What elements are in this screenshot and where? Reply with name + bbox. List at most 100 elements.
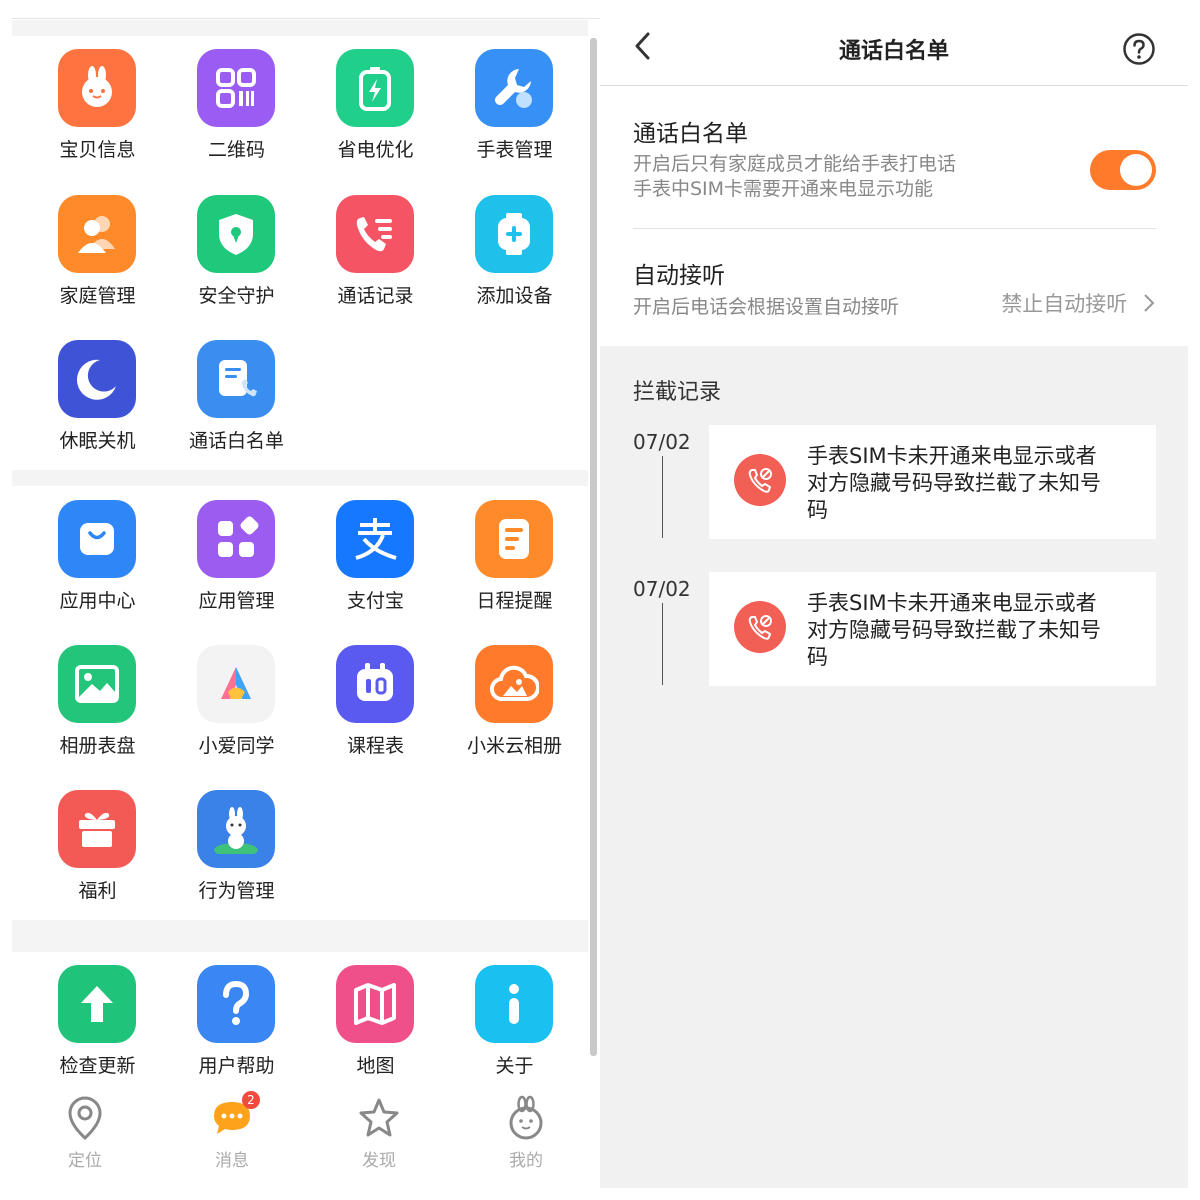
- toggle-knob: [1120, 154, 1152, 186]
- app-timetable[interactable]: 课程表: [306, 645, 445, 785]
- tab-label: 发现: [362, 1151, 396, 1171]
- app-call-whitelist[interactable]: 通话白名单: [167, 340, 306, 480]
- app-power-saving[interactable]: 省电优化: [306, 49, 445, 189]
- app-label: 休眠关机: [59, 430, 136, 452]
- map-icon: [336, 965, 414, 1043]
- record-date: 07/02: [633, 577, 691, 601]
- app-label: 家庭管理: [59, 285, 136, 307]
- auto-answer-title: 自动接听: [633, 263, 725, 289]
- tab-discover[interactable]: 发现: [329, 1094, 429, 1174]
- app-label: 行为管理: [198, 880, 275, 902]
- whitelist-setting-title: 通话白名单: [633, 121, 748, 147]
- app-qr-code[interactable]: 二维码: [167, 49, 306, 189]
- app-label: 手表管理: [476, 139, 553, 161]
- shield-icon: [197, 195, 275, 273]
- intercept-record[interactable]: 手表SIM卡未开通来电显示或者对方隐藏号码导致拦截了未知号码: [709, 425, 1156, 539]
- app-map[interactable]: 地图: [306, 965, 445, 1105]
- app-baby-info[interactable]: 宝贝信息: [28, 49, 167, 189]
- app-label: 应用管理: [198, 590, 275, 612]
- whitelist-setting-desc-2: 手表中SIM卡需要开通来电显示功能: [633, 178, 934, 200]
- gift-icon: [58, 790, 136, 868]
- app-safety-guard[interactable]: 安全守护: [167, 195, 306, 335]
- app-label: 相册表盘: [59, 735, 136, 757]
- app-sleep-shutdown[interactable]: 休眠关机: [28, 340, 167, 480]
- app-add-device[interactable]: 添加设备: [445, 195, 584, 335]
- whitelist-toggle[interactable]: [1090, 150, 1156, 190]
- schedule-icon: [475, 500, 553, 578]
- xiaoai-icon: [197, 645, 275, 723]
- chevron-right-icon: [1144, 294, 1155, 312]
- app-check-update[interactable]: 检查更新: [28, 965, 167, 1105]
- app-call-log[interactable]: 通话记录: [306, 195, 445, 335]
- app-label: 应用中心: [59, 590, 136, 612]
- app-label: 通话记录: [337, 285, 414, 307]
- app-alipay[interactable]: 支付宝: [306, 500, 445, 640]
- app-label: 日程提醒: [476, 590, 553, 612]
- auto-answer-value-text: 禁止自动接听: [1001, 292, 1128, 316]
- call-whitelist-icon: [197, 340, 275, 418]
- app-mi-cloud-album[interactable]: 小米云相册: [445, 645, 584, 785]
- app-label: 小爱同学: [198, 735, 275, 757]
- tab-location[interactable]: 定位: [35, 1094, 135, 1174]
- app-xiaoai[interactable]: 小爱同学: [167, 645, 306, 785]
- app-label: 通话白名单: [188, 430, 284, 452]
- app-label: 安全守护: [198, 285, 275, 307]
- photo-icon: [58, 645, 136, 723]
- section-gap: [12, 20, 588, 36]
- whitelist-setting-desc-1: 开启后只有家庭成员才能给手表打电话: [633, 153, 957, 175]
- family-icon: [58, 195, 136, 273]
- app-family-manage[interactable]: 家庭管理: [28, 195, 167, 335]
- nav-header: 通话白名单: [600, 0, 1188, 86]
- apps-panel: 宝贝信息 二维码 省电优化 手表管理 家庭管理 安全守护 通话记录 添加设备 休…: [0, 0, 600, 1200]
- app-behavior-manage[interactable]: 行为管理: [167, 790, 306, 930]
- unread-badge: 2: [242, 1091, 260, 1109]
- call-log-icon: [336, 195, 414, 273]
- whitelist-panel: 通话白名单 通话白名单 开启后只有家庭成员才能给手表打电话 手表中SIM卡需要开…: [600, 0, 1188, 1188]
- tab-mine[interactable]: 我的: [476, 1094, 576, 1174]
- app-user-help[interactable]: 用户帮助: [167, 965, 306, 1105]
- app-label: 地图: [356, 1055, 395, 1077]
- scrollbar[interactable]: [590, 38, 597, 1056]
- page-title: 通话白名单: [838, 39, 949, 64]
- upload-arrow-icon: [58, 965, 136, 1043]
- auto-answer-value[interactable]: 禁止自动接听: [960, 288, 1156, 318]
- divider: [633, 228, 1156, 229]
- app-welfare[interactable]: 福利: [28, 790, 167, 930]
- settings-card: 通话白名单 开启后只有家庭成员才能给手表打电话 手表中SIM卡需要开通来电显示功…: [600, 86, 1188, 346]
- alipay-icon: [336, 500, 414, 578]
- record-text: 手表SIM卡未开通来电显示或者对方隐藏号码导致拦截了未知号码: [807, 444, 1101, 522]
- intercept-section-title: 拦截记录: [633, 380, 722, 405]
- record-text: 手表SIM卡未开通来电显示或者对方隐藏号码导致拦截了未知号码: [807, 591, 1101, 669]
- blocked-call-icon: [734, 601, 786, 653]
- app-label: 检查更新: [59, 1055, 136, 1077]
- bunny-face-icon: [58, 49, 136, 127]
- app-label: 课程表: [346, 735, 404, 757]
- bunny-profile-icon: [509, 1095, 543, 1140]
- app-app-center[interactable]: 应用中心: [28, 500, 167, 640]
- intercept-record[interactable]: 手表SIM卡未开通来电显示或者对方隐藏号码导致拦截了未知号码: [709, 572, 1156, 686]
- app-about[interactable]: 关于: [445, 965, 584, 1105]
- shopping-bag-icon: [58, 500, 136, 578]
- auto-answer-desc: 开启后电话会根据设置自动接听: [633, 296, 900, 318]
- app-app-manage[interactable]: 应用管理: [167, 500, 306, 640]
- app-grid-icon: [197, 500, 275, 578]
- moon-icon: [58, 340, 136, 418]
- app-photo-watchface[interactable]: 相册表盘: [28, 645, 167, 785]
- app-label: 用户帮助: [198, 1055, 275, 1077]
- app-schedule-reminder[interactable]: 日程提醒: [445, 500, 584, 640]
- qr-code-icon: [197, 49, 275, 127]
- timetable-icon: [336, 645, 414, 723]
- app-watch-manage[interactable]: 手表管理: [445, 49, 584, 189]
- tab-messages[interactable]: 2 消息: [182, 1091, 282, 1174]
- add-device-icon: [475, 195, 553, 273]
- timeline-line: [662, 456, 663, 538]
- tab-label: 消息: [215, 1151, 249, 1171]
- timeline-line: [662, 603, 663, 685]
- help-icon[interactable]: [1122, 32, 1156, 66]
- app-label: 小米云相册: [466, 735, 562, 757]
- tab-label: 我的: [509, 1151, 543, 1171]
- divider: [12, 18, 600, 19]
- info-icon: [475, 965, 553, 1043]
- wrench-icon: [475, 49, 553, 127]
- app-label: 二维码: [207, 139, 265, 161]
